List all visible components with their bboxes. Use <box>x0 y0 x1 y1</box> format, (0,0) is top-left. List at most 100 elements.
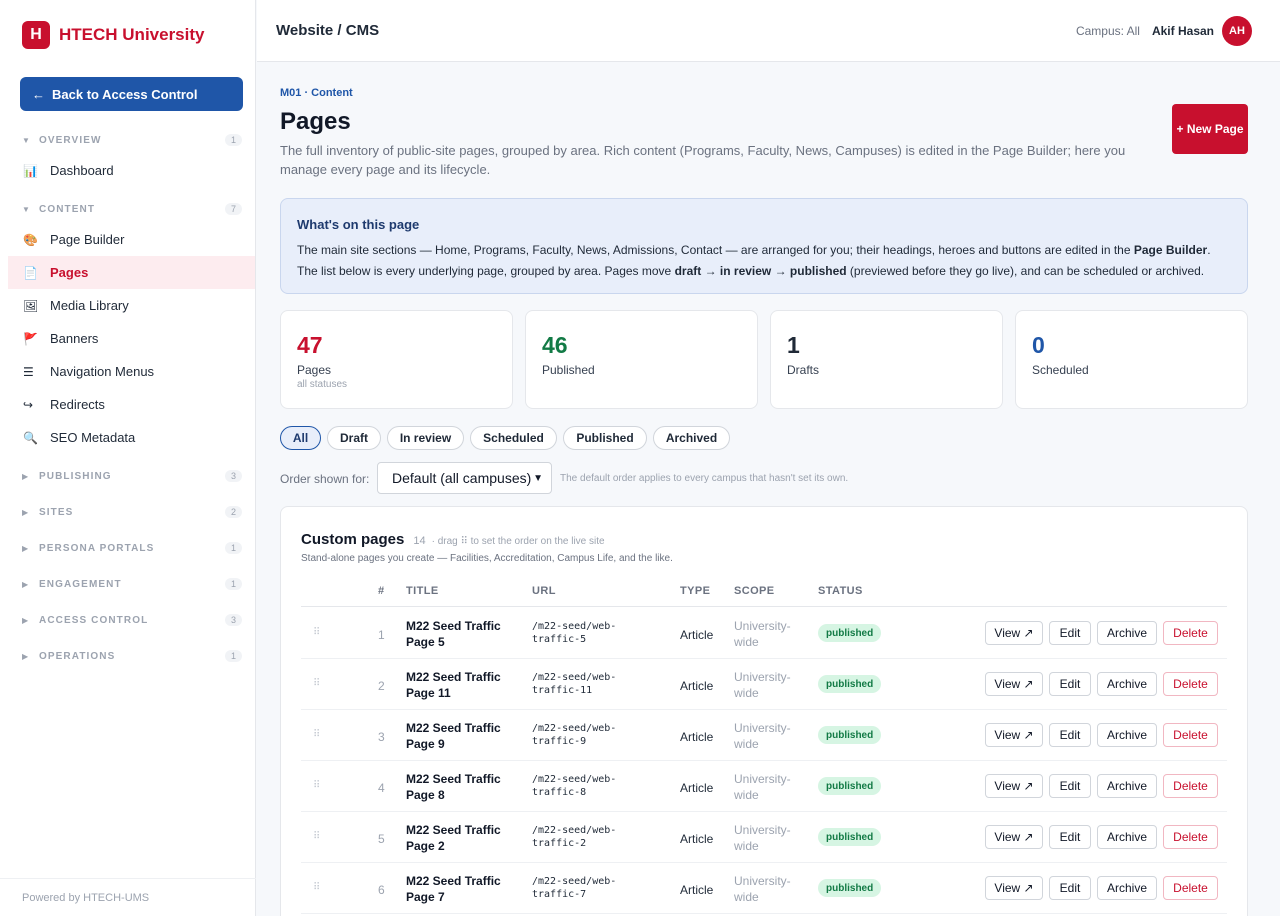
back-to-access-control-button[interactable]: ← Back to Access Control <box>20 77 243 111</box>
sidebar-section-publishing[interactable]: ▶ PUBLISHING 3 <box>0 464 256 488</box>
archive-button[interactable]: Archive <box>1097 876 1157 900</box>
caret-down-icon: ▼ <box>22 204 30 214</box>
drag-handle-icon[interactable]: ⠿ <box>313 831 320 842</box>
card-count: 14 <box>413 535 426 547</box>
row-type: Article <box>680 628 714 642</box>
row-scope: University-wide <box>734 670 791 700</box>
row-type: Article <box>680 781 714 795</box>
section-count: 7 <box>224 203 242 215</box>
sidebar-item-dashboard[interactable]: 📊 Dashboard <box>8 154 255 187</box>
edit-button[interactable]: Edit <box>1049 774 1091 798</box>
stat-card-published: 46 Published <box>525 310 758 409</box>
info-panel: What's on this page The main site sectio… <box>280 198 1248 294</box>
filter-all[interactable]: All <box>280 426 321 450</box>
edit-button[interactable]: Edit <box>1049 672 1091 696</box>
stat-value: 47 <box>297 332 323 358</box>
order-select-value: Default (all campuses) <box>392 470 532 486</box>
sidebar-section-access-control[interactable]: ▶ ACCESS CONTROL 3 <box>0 608 256 632</box>
drag-handle-icon[interactable]: ⠿ <box>313 678 320 689</box>
palette-icon: 🎨 <box>23 232 38 247</box>
filter-scheduled[interactable]: Scheduled <box>470 426 557 450</box>
section-count: 2 <box>224 506 242 518</box>
table-row[interactable]: ⠿ 6 M22 Seed Traffic Page 7/m22-seed/web-t… <box>301 863 1227 914</box>
status-badge: published <box>818 879 882 897</box>
drag-handle-icon[interactable]: ⠿ <box>313 882 320 893</box>
user-name[interactable]: Akif Hasan <box>1152 24 1214 38</box>
delete-button[interactable]: Delete <box>1163 825 1218 849</box>
view-button[interactable]: View ↗ <box>985 876 1043 900</box>
new-page-button[interactable]: + New Page <box>1172 104 1248 154</box>
table-row[interactable]: ⠿ 5 M22 Seed Traffic Page 2/m22-seed/web-t… <box>301 812 1227 863</box>
filter-draft[interactable]: Draft <box>327 426 381 450</box>
sidebar-section-content[interactable]: ▼ CONTENT 7 <box>0 197 256 221</box>
campus-selector[interactable]: Campus: All <box>1076 24 1140 38</box>
drag-handle-icon[interactable]: ⠿ <box>313 780 320 791</box>
table-row[interactable]: ⠿ 2 M22 Seed Traffic Page 11/m22-seed/web-… <box>301 659 1227 710</box>
sidebar-item-pages[interactable]: 📄 Pages <box>8 256 255 289</box>
archive-button[interactable]: Archive <box>1097 621 1157 645</box>
sidebar-section-sites[interactable]: ▶ SITES 2 <box>0 500 256 524</box>
archive-button[interactable]: Archive <box>1097 774 1157 798</box>
delete-button[interactable]: Delete <box>1163 774 1218 798</box>
sidebar-item-page-builder[interactable]: 🎨 Page Builder <box>8 223 255 256</box>
brand[interactable]: H HTECH University <box>0 0 255 70</box>
topbar-user-area: Campus: All Akif Hasan AH <box>1076 15 1252 46</box>
edit-button[interactable]: Edit <box>1049 723 1091 747</box>
sidebar-section-persona-portals[interactable]: ▶ PERSONA PORTALS 1 <box>0 536 256 560</box>
sidebar-item-label: Dashboard <box>50 163 114 178</box>
filter-archived[interactable]: Archived <box>653 426 730 450</box>
view-button[interactable]: View ↗ <box>985 723 1043 747</box>
row-title: M22 Seed Traffic Page 5 <box>406 619 501 649</box>
edit-button[interactable]: Edit <box>1049 876 1091 900</box>
sidebar-section-overview[interactable]: ▼ OVERVIEW 1 <box>0 128 256 152</box>
row-url: /m22-seed/web-traffic-7 <box>532 876 617 900</box>
order-select[interactable]: Default (all campuses) ▼ <box>377 462 552 494</box>
archive-button[interactable]: Archive <box>1097 825 1157 849</box>
caret-right-icon: ▶ <box>22 615 29 625</box>
archive-button[interactable]: Archive <box>1097 723 1157 747</box>
delete-button[interactable]: Delete <box>1163 621 1218 645</box>
archive-button[interactable]: Archive <box>1097 672 1157 696</box>
sidebar-item-label: Banners <box>50 331 99 346</box>
sidebar-item-label: SEO Metadata <box>50 430 136 445</box>
row-number: 2 <box>378 679 385 693</box>
sidebar-item-media-library[interactable]: 🖼 Media Library <box>8 289 255 322</box>
sidebar: H HTECH University ← Back to Access Cont… <box>0 0 256 916</box>
row-scope: University-wide <box>734 874 791 904</box>
back-button-label: Back to Access Control <box>52 86 198 102</box>
sidebar-section-engagement[interactable]: ▶ ENGAGEMENT 1 <box>0 572 256 596</box>
sidebar-item-seo-metadata[interactable]: 🔍 SEO Metadata <box>8 421 255 454</box>
delete-button[interactable]: Delete <box>1163 672 1218 696</box>
view-button[interactable]: View ↗ <box>985 621 1043 645</box>
redirect-icon: ↪ <box>23 397 34 412</box>
sidebar-item-label: Redirects <box>50 397 105 412</box>
info-text: The main site sections — Home, Programs,… <box>297 240 1231 282</box>
filter-in-review[interactable]: In review <box>387 426 464 450</box>
table-row[interactable]: ⠿ 4 M22 Seed Traffic Page 8/m22-seed/web-t… <box>301 761 1227 812</box>
view-button[interactable]: View ↗ <box>985 774 1043 798</box>
sidebar-item-navigation-menus[interactable]: ☰ Navigation Menus <box>8 355 255 388</box>
sidebar-item-redirects[interactable]: ↪ Redirects <box>8 388 255 421</box>
sidebar-footer: Powered by HTECH-UMS <box>0 878 256 916</box>
drag-handle-icon[interactable]: ⠿ <box>313 627 320 638</box>
table-row[interactable]: ⠿ 1 M22 Seed Traffic Page 5/m22-seed/web-t… <box>301 608 1227 659</box>
drag-handle-icon[interactable]: ⠿ <box>313 729 320 740</box>
table-row[interactable]: ⠿ 3 M22 Seed Traffic Page 9/m22-seed/web-t… <box>301 710 1227 761</box>
delete-button[interactable]: Delete <box>1163 876 1218 900</box>
sidebar-section-operations[interactable]: ▶ OPERATIONS 1 <box>0 644 256 668</box>
avatar[interactable]: AH <box>1222 15 1252 46</box>
info-text-part: The main site sections — Home, Programs,… <box>297 243 1134 257</box>
stat-value: 0 <box>1032 332 1045 358</box>
section-count: 1 <box>224 134 242 146</box>
edit-button[interactable]: Edit <box>1049 825 1091 849</box>
info-title: What's on this page <box>297 217 420 232</box>
section-count: 3 <box>224 470 242 482</box>
view-button[interactable]: View ↗ <box>985 825 1043 849</box>
filter-published[interactable]: Published <box>563 426 647 450</box>
info-text-bold: Page Builder <box>1133 243 1208 257</box>
view-button[interactable]: View ↗ <box>985 672 1043 696</box>
stat-card-drafts: 1 Drafts <box>770 310 1003 409</box>
sidebar-item-banners[interactable]: 🚩 Banners <box>8 322 255 355</box>
delete-button[interactable]: Delete <box>1163 723 1218 747</box>
edit-button[interactable]: Edit <box>1049 621 1091 645</box>
